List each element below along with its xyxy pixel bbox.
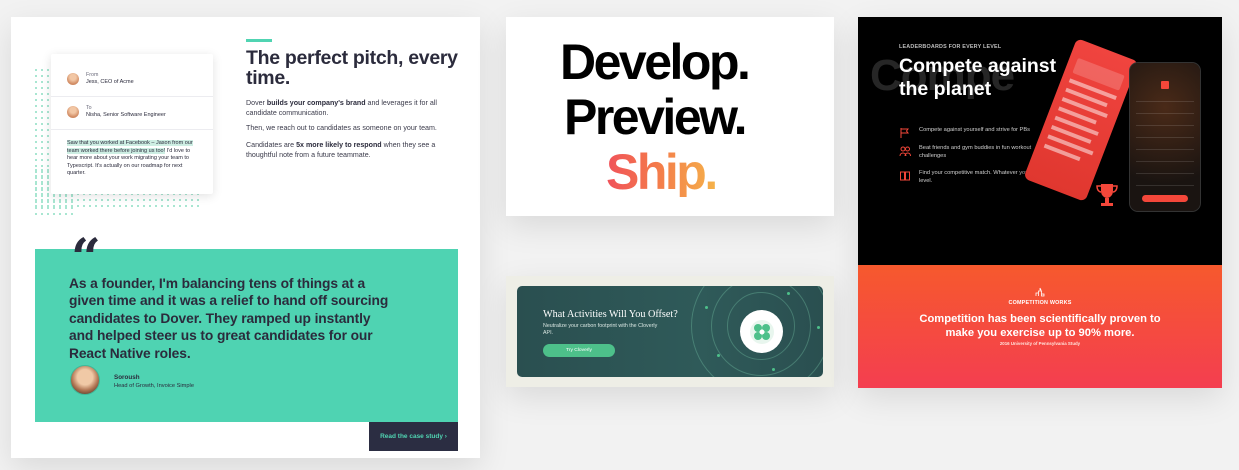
headline-develop: Develop. (560, 34, 751, 90)
text: Dover (246, 99, 267, 107)
feature-text: Compete against yourself and strive for … (919, 127, 1030, 133)
stats-source: 2016 University of Pennsylvania Study (999, 341, 1081, 346)
avatar (67, 73, 79, 85)
bold-text: builds your company's brand (266, 99, 366, 107)
try-cloverly-button[interactable]: Try Cloverly (543, 344, 615, 357)
mockup-row (1136, 113, 1194, 114)
trophy-icon (1161, 81, 1169, 89)
trophy-icon (1096, 184, 1118, 206)
orbit-dot (772, 368, 775, 371)
develop-preview-ship-card: Develop. Preview. Ship. (506, 17, 834, 216)
read-case-study-button[interactable]: Read the case study › (369, 422, 458, 451)
email-to-row: To Nisha, Senior Software Engineer (67, 105, 166, 119)
feature-item: Beat friends and gym buddies in fun work… (899, 145, 1037, 160)
mockup-row (1136, 185, 1194, 186)
group-icon (899, 146, 911, 157)
section-title: The perfect pitch, every time. (246, 47, 458, 89)
mockup-row (1136, 161, 1194, 162)
feature-item: Find your competitive match. Whatever yo… (899, 170, 1037, 185)
avatar (70, 365, 100, 395)
email-from-row: From Jess, CEO of Acme (67, 72, 134, 86)
mockup-row (1136, 101, 1194, 102)
feature-item: Compete against yourself and strive for … (899, 127, 1037, 139)
testimonial-author-name: Soroush (114, 374, 140, 381)
feature-text: Beat friends and gym buddies in fun work… (919, 145, 1032, 159)
stats-headline: Competition has been scientifically prov… (919, 313, 1161, 339)
stats-label: COMPETITION WORKS (1008, 300, 1072, 306)
section-title: Compete against the planet (899, 55, 1057, 100)
orbit-dot (705, 306, 708, 309)
email-body: Saw that you worked at Facebook – Jason … (67, 140, 199, 178)
match-icon (900, 171, 910, 181)
cloverly-subtitle: Neutralize your carbon footprint with th… (543, 323, 658, 337)
testimonial-quote: As a founder, I'm balancing tens of thin… (69, 276, 389, 361)
bold-text: 5x more likely to respond (296, 141, 382, 149)
paragraph-response: Candidates are 5x more likely to respond… (246, 141, 468, 160)
mockup-row (1136, 173, 1194, 174)
testimonial-author-role: Head of Growth, Invoice Simple (114, 383, 194, 389)
from-label: From (86, 72, 99, 78)
orbit-dot (717, 354, 720, 357)
competition-card: Compe LEADERBOARDS FOR EVERY LEVEL Compe… (858, 17, 1222, 388)
mockup-row (1136, 125, 1194, 126)
mockup-row (1136, 137, 1194, 138)
cloverly-banner: What Activities Will You Offset? Neutral… (517, 286, 823, 377)
dover-card: From Jess, CEO of Acme To Nisha, Senior … (11, 17, 480, 458)
headline-preview: Preview. (564, 89, 748, 145)
phone-results-mockup (1130, 63, 1200, 211)
orbit-dot (817, 326, 820, 329)
paragraph-brand: Dover builds your company's brand and le… (246, 99, 468, 118)
to-label: To (86, 105, 92, 111)
clover-logo-icon (740, 310, 783, 353)
from-name: Jess, CEO of Acme (86, 79, 134, 85)
feature-text: Find your competitive match. Whatever yo… (919, 170, 1031, 184)
eyebrow-label: LEADERBOARDS FOR EVERY LEVEL (899, 44, 1002, 50)
avatar (67, 106, 79, 118)
cloverly-title: What Activities Will You Offset? (543, 309, 678, 320)
to-name: Nisha, Senior Software Engineer (86, 112, 166, 118)
podium-icon (1035, 287, 1045, 297)
paragraph-reach-out: Then, we reach out to candidates as some… (246, 124, 437, 132)
headline-ship: Ship. (606, 144, 718, 200)
email-preview-card: From Jess, CEO of Acme To Nisha, Senior … (51, 54, 213, 194)
mockup-row (1136, 149, 1194, 150)
flag-icon (900, 128, 909, 138)
accent-bar (246, 39, 272, 42)
orbit-dot (787, 292, 790, 295)
cloverly-card: What Activities Will You Offset? Neutral… (506, 276, 834, 387)
mockup-button (1142, 195, 1188, 202)
divider (51, 129, 213, 130)
divider (51, 96, 213, 97)
text: Candidates are (246, 141, 297, 149)
